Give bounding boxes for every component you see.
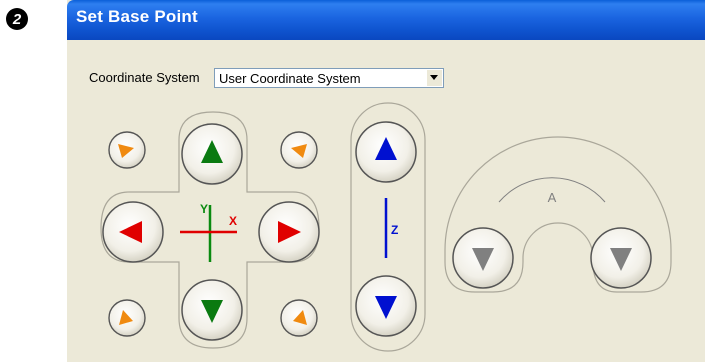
diagonal-lower-right-button[interactable] xyxy=(280,299,318,337)
jog-pad: A Y X Z xyxy=(100,102,672,352)
z-plus-button[interactable] xyxy=(355,121,417,183)
y-minus-button[interactable] xyxy=(181,279,243,341)
a-axis-label: A xyxy=(548,190,557,205)
y-axis-label: Y xyxy=(200,202,208,216)
diagonal-upper-right-button[interactable] xyxy=(280,131,318,169)
z-minus-button[interactable] xyxy=(355,275,417,337)
a-plus-button[interactable] xyxy=(590,227,652,289)
y-plus-button[interactable] xyxy=(181,123,243,185)
x-axis-label: X xyxy=(229,214,237,228)
step-number: 2 xyxy=(12,11,22,28)
step-number-badge: 2 xyxy=(6,8,28,30)
x-plus-button[interactable] xyxy=(258,201,320,263)
diagonal-lower-left-button[interactable] xyxy=(108,299,146,337)
x-minus-button[interactable] xyxy=(102,201,164,263)
a-minus-button[interactable] xyxy=(452,227,514,289)
set-base-point-dialog: Set Base Point Coordinate System User Co… xyxy=(67,0,705,362)
z-axis-label: Z xyxy=(391,223,398,237)
diagonal-upper-left-button[interactable] xyxy=(108,131,146,169)
